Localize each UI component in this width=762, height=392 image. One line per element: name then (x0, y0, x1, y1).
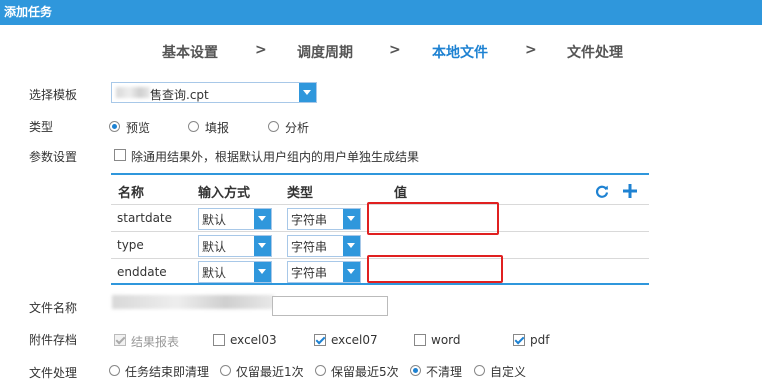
checkbox-word[interactable] (414, 334, 426, 346)
checkbox-pdf-label: pdf (530, 333, 550, 347)
checkbox-excel03-label: excel03 (230, 333, 277, 347)
attachments-label: 附件存档 (29, 333, 78, 347)
param-name: type (117, 238, 144, 252)
redacted-text (112, 295, 274, 309)
param-name: enddate (117, 265, 167, 279)
param-value-input[interactable] (373, 235, 493, 255)
chevron-down-icon[interactable] (254, 236, 271, 256)
checkbox-word-label: word (431, 333, 461, 347)
type-label: 类型 (29, 120, 54, 134)
param-type-select[interactable]: 字符串 (287, 235, 361, 257)
chevron-down-icon[interactable] (254, 262, 271, 282)
checkbox-excel03[interactable] (213, 334, 225, 346)
checkbox-pdf[interactable] (513, 334, 525, 346)
filename-label: 文件名称 (29, 301, 78, 315)
param-type-select[interactable]: 字符串 (287, 261, 361, 283)
param-input-select[interactable]: 默认 (198, 261, 272, 283)
param-type-value: 字符串 (291, 213, 328, 227)
param-name: startdate (117, 211, 173, 225)
step-separator: > (525, 42, 537, 58)
radio-analysis-label: 分析 (285, 121, 310, 135)
template-label: 选择模板 (29, 88, 78, 102)
radio-keep-last-1[interactable] (220, 365, 231, 376)
radio-custom-label: 自定义 (490, 365, 527, 379)
param-type-value: 字符串 (291, 266, 328, 280)
param-input-value: 默认 (202, 266, 227, 280)
radio-clean-on-end-label: 任务结束即清理 (125, 365, 210, 379)
template-select-value: 售查询.cpt (150, 88, 209, 102)
param-input-select[interactable]: 默认 (198, 235, 272, 257)
step-schedule[interactable]: 调度周期 (297, 42, 353, 62)
step-local-file[interactable]: 本地文件 (432, 42, 488, 62)
window-title: 添加任务 (0, 0, 762, 25)
template-select[interactable]: 售查询.cpt (111, 82, 317, 103)
step-separator: > (389, 42, 401, 58)
checkbox-excel07-label: excel07 (331, 333, 378, 347)
param-input-value: 默认 (202, 240, 227, 254)
add-icon[interactable] (622, 183, 638, 199)
radio-analysis[interactable] (268, 121, 279, 132)
step-basic-settings[interactable]: 基本设置 (162, 42, 218, 62)
col-header-type: 类型 (287, 186, 314, 201)
processing-label: 文件处理 (29, 366, 78, 380)
wizard-steps: 基本设置 > 调度周期 > 本地文件 > 文件处理 (0, 42, 762, 62)
radio-custom[interactable] (474, 365, 485, 376)
params-label: 参数设置 (29, 150, 78, 164)
checkbox-result-report[interactable] (114, 334, 126, 346)
param-type-value: 字符串 (291, 240, 328, 254)
param-type-select[interactable]: 字符串 (287, 208, 361, 230)
params-table: 名称 输入方式 类型 值 startdate 默认 字符串 type 默认 字符… (111, 173, 649, 285)
per-user-checkbox[interactable] (114, 149, 126, 161)
col-header-input: 输入方式 (198, 186, 251, 201)
radio-no-clean-label: 不清理 (426, 365, 463, 379)
radio-clean-on-end[interactable] (109, 365, 120, 376)
param-input-value: 默认 (202, 213, 227, 227)
col-header-value: 值 (394, 186, 408, 201)
param-input-select[interactable]: 默认 (198, 208, 272, 230)
chevron-down-icon[interactable] (343, 209, 360, 229)
param-value-input[interactable] (373, 261, 497, 281)
redacted-text (116, 87, 150, 98)
radio-keep-last-5[interactable] (315, 365, 326, 376)
step-file-processing[interactable]: 文件处理 (567, 42, 623, 62)
param-value-input[interactable] (373, 208, 493, 228)
checkbox-excel07[interactable] (314, 334, 326, 346)
chevron-down-icon[interactable] (254, 209, 271, 229)
radio-fill-label: 填报 (205, 121, 230, 135)
radio-fill[interactable] (188, 121, 199, 132)
step-separator: > (255, 42, 267, 58)
per-user-checkbox-label: 除通用结果外，根据默认用户组内的用户单独生成结果 (131, 150, 420, 164)
radio-keep-last-5-label: 保留最近5次 (331, 365, 399, 379)
radio-no-clean[interactable] (410, 365, 421, 376)
filename-input[interactable] (272, 296, 388, 316)
chevron-down-icon[interactable] (343, 236, 360, 256)
radio-preview-label: 预览 (126, 121, 151, 135)
radio-keep-last-1-label: 仅留最近1次 (236, 365, 304, 379)
chevron-down-icon[interactable] (299, 83, 316, 102)
radio-preview[interactable] (109, 121, 120, 132)
col-header-name: 名称 (118, 186, 145, 201)
chevron-down-icon[interactable] (343, 262, 360, 282)
checkbox-result-report-label: 结果报表 (131, 335, 180, 349)
refresh-icon[interactable] (595, 184, 609, 198)
